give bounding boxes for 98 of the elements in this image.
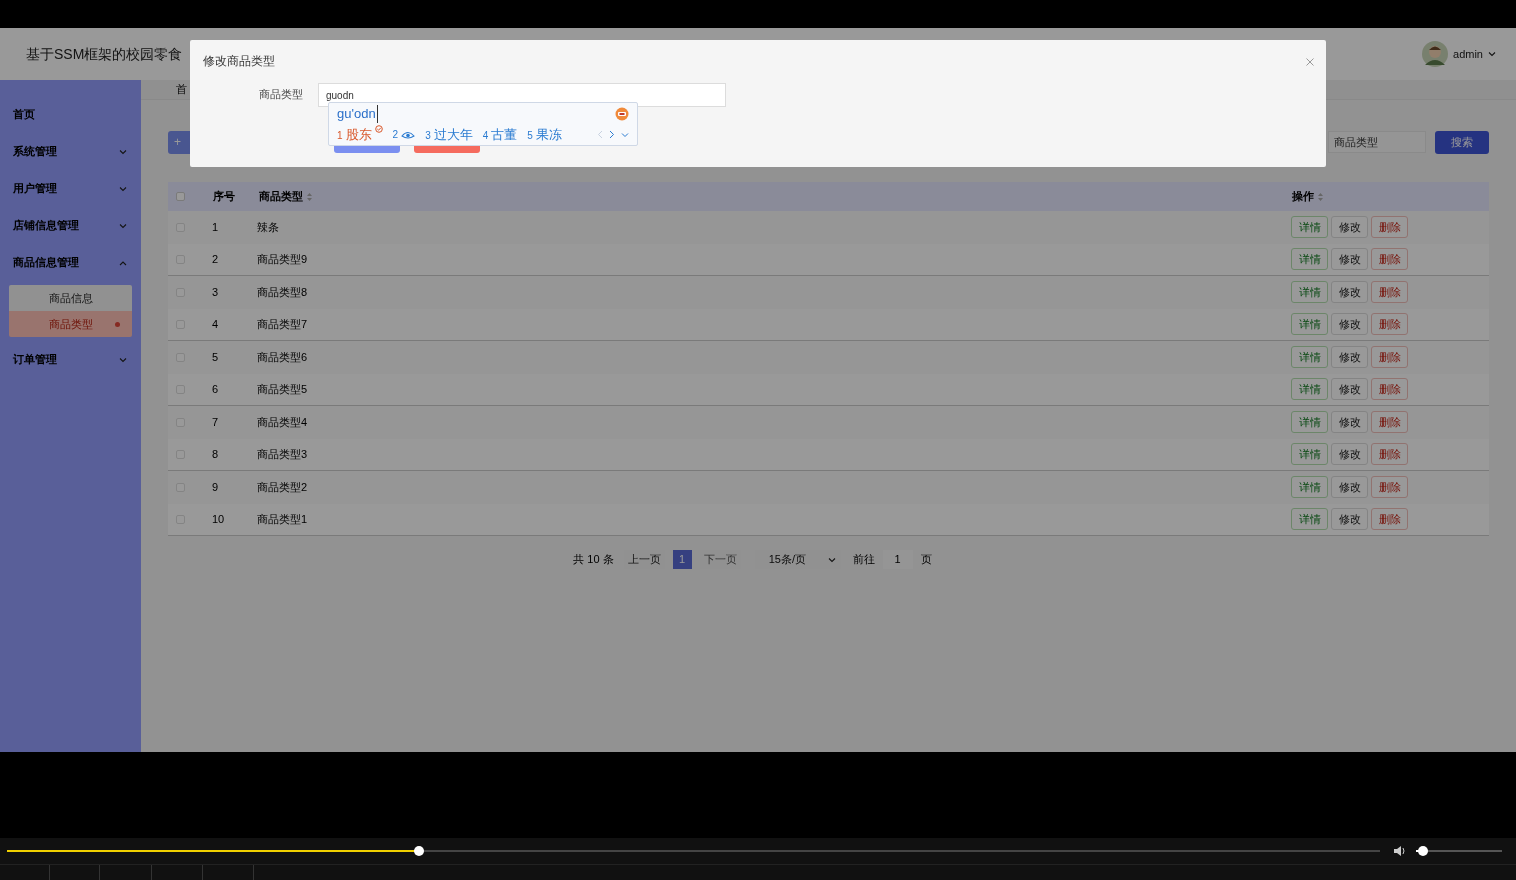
table-cell-text: 商品类型3 — [257, 447, 308, 462]
table-cell-text: 商品类型7 — [257, 317, 308, 332]
table-cell-text: 商品类型4 — [257, 415, 308, 430]
action-button[interactable]: 修改 — [1331, 346, 1368, 369]
column-header[interactable]: 商品类型 — [259, 188, 312, 205]
ime-candidate[interactable]: 2 — [392, 127, 416, 143]
action-button[interactable]: 修改 — [1331, 443, 1368, 466]
volume-handle[interactable] — [1417, 846, 1428, 856]
user-name[interactable]: admin — [1453, 45, 1483, 63]
table-cell-text: 商品类型1 — [257, 512, 308, 527]
action-button[interactable]: 详情 — [1291, 216, 1328, 239]
ime-candidate[interactable]: 4 古董 — [482, 125, 518, 145]
ime-candidate[interactable]: 1 股东 — [337, 125, 383, 145]
search-field[interactable]: 商品类型 — [1328, 131, 1426, 153]
close-icon[interactable] — [1306, 57, 1314, 66]
action-button[interactable]: 删除 — [1371, 248, 1408, 271]
action-button[interactable]: 详情 — [1291, 346, 1328, 369]
action-button[interactable]: 删除 — [1371, 216, 1408, 239]
field-label: 商品类型 — [258, 87, 303, 103]
action-button[interactable]: 修改 — [1331, 248, 1368, 271]
action-button[interactable]: 修改 — [1331, 281, 1368, 304]
ime-composition: gu'odn — [337, 105, 378, 123]
sort-icon — [307, 192, 312, 201]
action-button[interactable]: 详情 — [1291, 508, 1328, 531]
page-button[interactable]: 1 — [672, 550, 692, 569]
volume-icon[interactable] — [1393, 845, 1407, 857]
chevron-icon — [119, 148, 127, 155]
table-cell-text: 5 — [212, 350, 220, 365]
next-icon[interactable] — [609, 130, 615, 140]
table-cell-text: 2 — [212, 252, 220, 267]
ime-candidate[interactable]: 3 过大年 — [425, 125, 473, 145]
ime-candidate[interactable]: 5 果冻 — [527, 125, 562, 145]
prev-icon[interactable] — [597, 130, 603, 140]
action-button[interactable]: 删除 — [1371, 476, 1408, 499]
sidebar-item[interactable]: 系统管理 — [0, 133, 141, 170]
page-unit: 页 — [920, 552, 932, 568]
action-button[interactable]: 修改 — [1331, 216, 1368, 239]
sort-icon — [1318, 192, 1323, 201]
ime-logo-icon — [615, 107, 629, 121]
app-title: 基于SSM框架的校园零食 — [26, 44, 183, 64]
chevron-icon — [119, 222, 127, 229]
table-cell-text: 9 — [212, 480, 220, 495]
action-button[interactable]: 详情 — [1291, 443, 1328, 466]
sidebar-item[interactable]: 订单管理 — [0, 341, 141, 378]
action-button[interactable]: 删除 — [1371, 281, 1408, 304]
action-button[interactable]: 详情 — [1291, 378, 1328, 401]
chevron-icon — [119, 259, 127, 266]
sidebar-item[interactable]: 用户管理 — [0, 170, 141, 207]
action-button[interactable]: 删除 — [1371, 411, 1408, 434]
sidebar-item[interactable]: 首页 — [0, 96, 141, 133]
table-cell-text: 1 — [212, 220, 220, 235]
goto-label: 前往 — [852, 552, 875, 568]
table-cell-text: 商品类型8 — [257, 285, 308, 300]
action-button[interactable]: 详情 — [1291, 281, 1328, 304]
avatar-icon — [1422, 41, 1449, 67]
breadcrumb-tab[interactable]: 首 — [176, 81, 187, 98]
chevron-icon — [1488, 51, 1496, 57]
action-button[interactable]: 删除 — [1371, 378, 1408, 401]
chevron-icon — [119, 356, 127, 363]
action-button[interactable]: 删除 — [1371, 346, 1408, 369]
table-cell-text: 3 — [212, 285, 220, 300]
table-cell-text: 商品类型9 — [257, 252, 308, 267]
column-header: 序号 — [213, 189, 236, 205]
table-cell-text: 商品类型5 — [257, 382, 308, 397]
action-button[interactable]: 详情 — [1291, 248, 1328, 271]
table-cell-text: 6 — [212, 382, 220, 397]
action-button[interactable]: 修改 — [1331, 378, 1368, 401]
total-count: 共 10 条 — [573, 552, 614, 568]
action-button[interactable]: 详情 — [1291, 476, 1328, 499]
action-button[interactable]: 修改 — [1331, 313, 1368, 336]
action-button[interactable]: 修改 — [1331, 508, 1368, 531]
action-button[interactable]: 详情 — [1291, 411, 1328, 434]
table-cell-text: 商品类型2 — [257, 480, 308, 495]
submenu-item[interactable]: 商品类型 — [9, 311, 132, 337]
search-button[interactable]: 搜索 — [1435, 130, 1489, 154]
table-cell-text: 10 — [212, 512, 226, 527]
column-header[interactable]: 操作 — [1292, 188, 1489, 205]
action-button[interactable]: 删除 — [1371, 443, 1408, 466]
submenu-item[interactable]: 商品信息 — [9, 285, 132, 311]
progress-handle[interactable] — [413, 846, 424, 856]
chevron-icon — [119, 185, 127, 192]
table-cell-text: 8 — [212, 447, 220, 462]
chevron-icon — [827, 556, 836, 563]
table-cell-text: 辣条 — [257, 220, 279, 235]
table-cell-text: 4 — [212, 317, 220, 332]
checkbox[interactable] — [176, 192, 185, 201]
action-button[interactable]: 删除 — [1371, 508, 1408, 531]
action-button[interactable]: 修改 — [1331, 411, 1368, 434]
sidebar-item[interactable]: 店铺信息管理 — [0, 207, 141, 244]
table-cell-text: 7 — [212, 415, 220, 430]
sidebar-item[interactable]: 商品信息管理 — [0, 244, 141, 281]
expand-icon[interactable] — [621, 131, 629, 138]
action-button[interactable]: 详情 — [1291, 313, 1328, 336]
action-button[interactable]: 删除 — [1371, 313, 1408, 336]
check-circle-icon — [374, 125, 383, 133]
action-button[interactable]: 修改 — [1331, 476, 1368, 499]
table-cell-text: 商品类型6 — [257, 350, 308, 365]
dialog-title: 修改商品类型 — [203, 54, 275, 69]
